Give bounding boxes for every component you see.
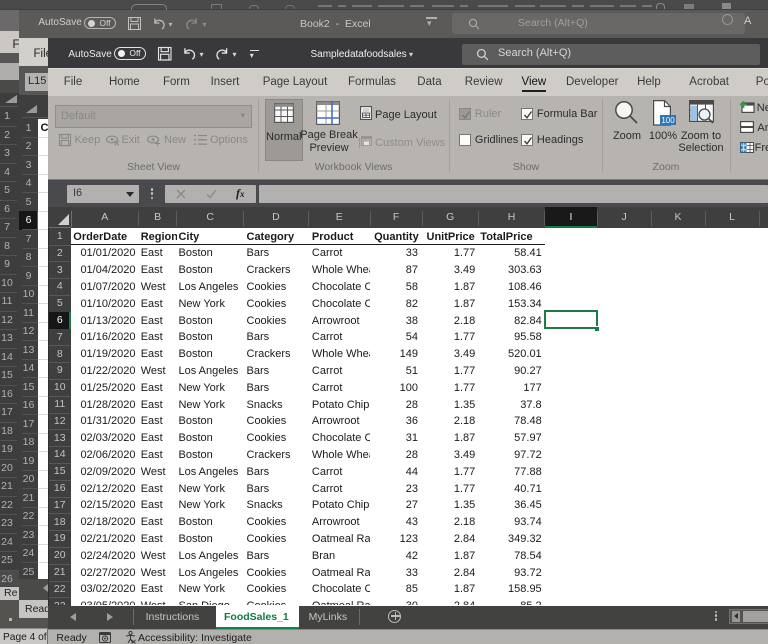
svg-text:100: 100 — [661, 116, 675, 125]
